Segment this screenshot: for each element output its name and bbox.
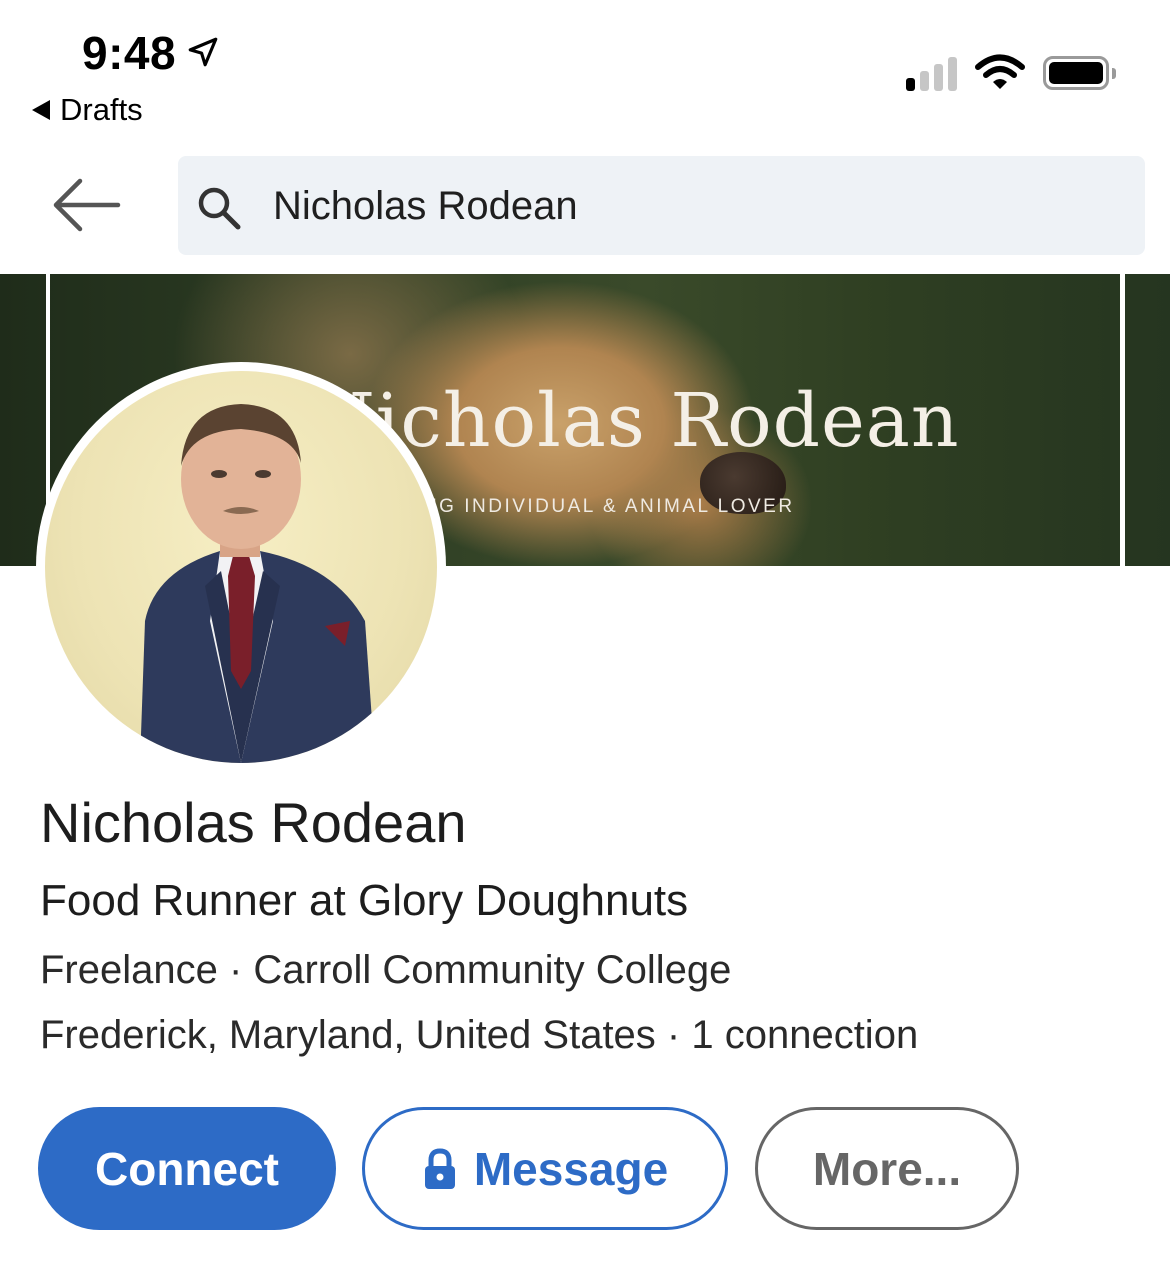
back-arrow-icon[interactable] xyxy=(50,176,122,234)
location-arrow-icon xyxy=(186,26,220,80)
search-icon xyxy=(195,184,243,232)
back-triangle-icon xyxy=(32,100,50,120)
battery-icon xyxy=(1043,56,1116,90)
connect-label: Connect xyxy=(95,1142,279,1195)
search-input[interactable]: Nicholas Rodean xyxy=(273,184,578,229)
back-app-label: Drafts xyxy=(60,92,143,127)
more-button[interactable]: More... xyxy=(755,1107,1019,1230)
message-button[interactable]: Message xyxy=(362,1107,728,1230)
profile-name: Nicholas Rodean xyxy=(40,791,467,854)
banner-frame-right xyxy=(1120,274,1125,566)
avatar[interactable] xyxy=(36,362,446,772)
lock-icon xyxy=(422,1147,458,1191)
avatar-photo xyxy=(45,371,437,763)
wifi-icon xyxy=(975,54,1025,92)
connect-button[interactable]: Connect xyxy=(38,1107,336,1230)
status-time-text: 9:48 xyxy=(82,27,177,79)
status-indicators xyxy=(906,54,1116,92)
message-label: Message xyxy=(473,1142,669,1195)
banner-tagline: KING INDIVIDUAL & ANIMAL LOVER xyxy=(400,496,795,517)
back-to-app-link[interactable]: Drafts xyxy=(32,92,143,128)
profile-location: Frederick, Maryland, United States · 1 c… xyxy=(40,1013,919,1057)
more-label: More... xyxy=(812,1142,962,1195)
cellular-signal-icon xyxy=(906,55,957,91)
status-time: 9:48 xyxy=(82,26,220,80)
profile-education: Freelance · Carroll Community College xyxy=(40,948,732,992)
profile-headline: Food Runner at Glory Doughnuts xyxy=(40,876,689,925)
search-bar[interactable]: Nicholas Rodean xyxy=(178,156,1145,255)
